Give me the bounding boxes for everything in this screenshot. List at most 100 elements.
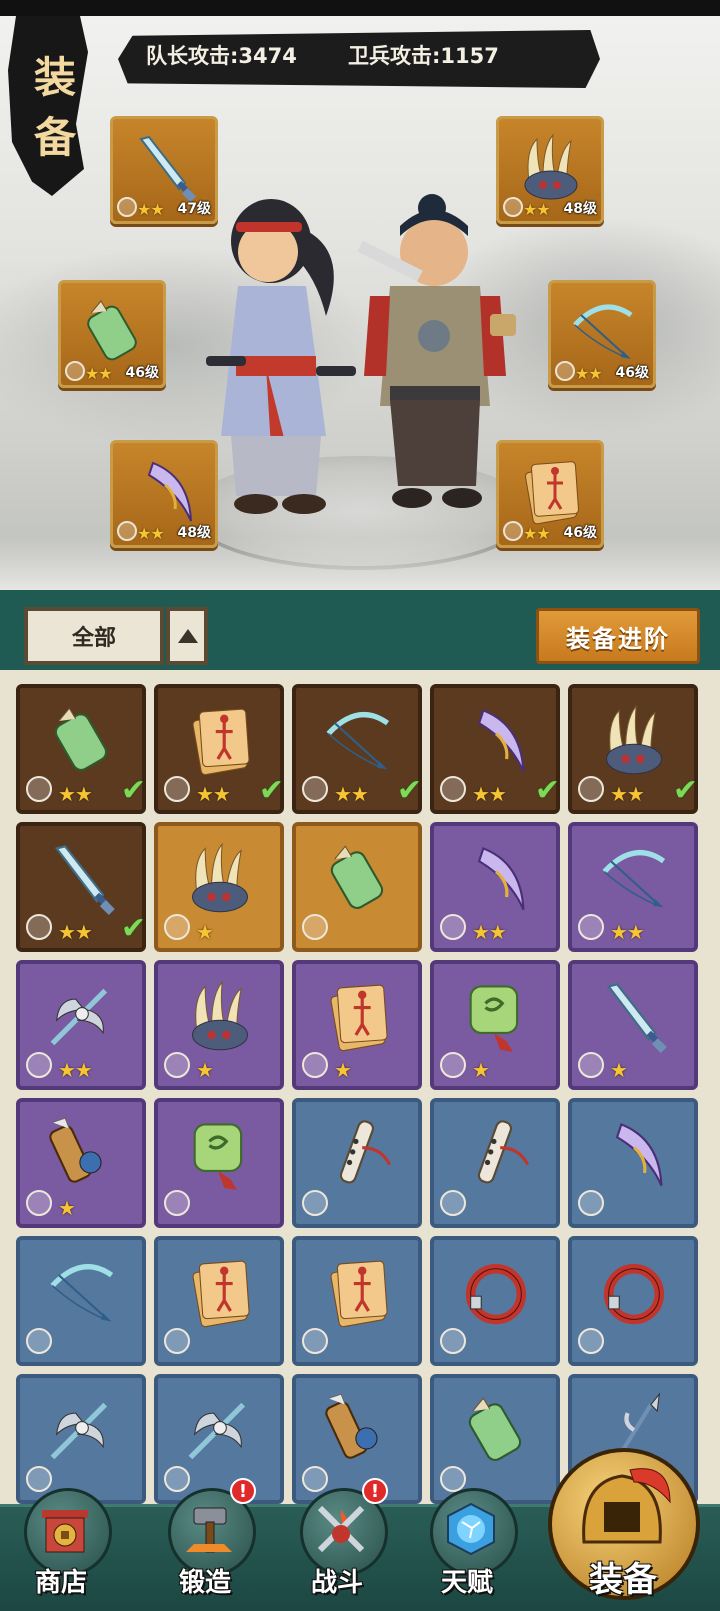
inventory-item[interactable] [292,1236,422,1366]
inventory-item[interactable]: ★★ ✔ [154,684,284,814]
lock-icon [440,1190,466,1216]
lock-icon [117,197,137,217]
triangle-up-icon [178,629,198,643]
sword-icon [139,135,197,203]
star-rating: ★★ [58,1058,93,1082]
star-rating: ★★ [610,920,645,944]
inventory-item[interactable] [568,1236,698,1366]
star-rating: ★★ [334,782,369,806]
item-level: 46级 [563,525,597,541]
page-title-char: 装 [33,53,76,102]
inventory-item[interactable]: ★★ ✔ [292,684,422,814]
star-rating: ★★ [610,782,645,806]
inventory-item[interactable]: ★★ ✔ [568,684,698,814]
equipment-advance-button[interactable]: 装备进阶 [536,608,700,664]
bow-icon [573,304,633,359]
inventory-item[interactable]: ★ [16,1098,146,1228]
star-rating: ★★ [523,524,551,543]
claw-icon [192,842,248,913]
sword-icon [606,983,667,1054]
star-rating: ★★ [137,524,165,543]
axe-icon [50,988,108,1046]
flute-icon [339,1120,392,1184]
lock-icon [440,1052,466,1078]
equip-slot-bow[interactable]: ★★ 46级 [548,280,656,388]
page-title-char: 备 [33,113,76,162]
inventory-item[interactable]: ★★ ✔ [430,684,560,814]
lock-icon [302,1328,328,1354]
shop-icon [42,1510,88,1553]
inventory-item[interactable] [292,822,422,952]
blade-icon [477,709,525,773]
star-rating: ★★ [196,782,231,806]
hero-scene: 装 备 队长攻击:3474 卫兵攻击:1157 ★★ 47级 ★★ 48级 ★★… [0,16,720,590]
inventory-item[interactable] [16,1236,146,1366]
lock-icon [164,1328,190,1354]
nav-equipment[interactable]: 装备 [548,1448,700,1608]
inventory-item[interactable]: ★ [154,960,284,1090]
bow-icon [326,712,390,770]
star-rating: ★★ [137,200,165,219]
inventory-item[interactable]: ★★ [430,822,560,952]
inventory-item[interactable] [430,1098,560,1228]
star-rating: ★★ [575,364,603,383]
equip-slot-blade[interactable]: ★★ 48级 [110,440,218,548]
lock-icon [440,1328,466,1354]
lock-icon [302,914,328,940]
lock-icon [503,197,523,217]
inventory-item[interactable] [568,1098,698,1228]
star-rating: ★ [334,1058,352,1082]
nav-talent[interactable]: 天赋 [412,1478,522,1608]
inventory-item[interactable] [154,1236,284,1366]
nav-shop[interactable]: 商店 [6,1478,116,1608]
inventory-item[interactable]: ★ [154,822,284,952]
equip-slot-weapon[interactable]: ★★ 47级 [110,116,218,224]
item-level: 48级 [177,525,211,541]
star-rating: ★ [196,920,214,944]
inventory-item[interactable]: ★★ [16,960,146,1090]
bracer-icon [468,1397,522,1461]
flute-icon [477,1120,530,1184]
checkmark-icon: ✔ [396,773,422,808]
captain-attack: 队长攻击:3474 [146,44,297,68]
bow-icon [50,1264,114,1322]
crossed-swords-icon [317,1505,365,1553]
equip-slot-claw[interactable]: ★★ 48级 [496,116,604,224]
inventory-item[interactable]: ★ [292,960,422,1090]
claw-icon [606,704,662,775]
inventory-item[interactable]: ★★ [568,822,698,952]
inventory-item[interactable]: ★★ ✔ [16,822,146,952]
nav-forge[interactable]: ! 锻造 [150,1478,260,1608]
inventory-item[interactable]: ★ [430,960,560,1090]
ring-icon [465,1264,527,1325]
nav-battle[interactable]: ! 战斗 [282,1478,392,1608]
lock-icon [302,1052,328,1078]
lock-icon [26,914,52,940]
equip-slot-bracer[interactable]: ★★ 46级 [58,280,166,388]
star-rating: ★★ [58,920,93,944]
category-filter-select[interactable]: 全部 [24,607,164,665]
item-level: 46级 [125,365,159,381]
cannon-icon [49,1117,102,1183]
bracer-icon [87,300,137,361]
ring-icon [603,1264,665,1325]
inventory-item[interactable] [430,1236,560,1366]
checkmark-icon: ✔ [534,773,560,808]
inventory-item[interactable] [292,1098,422,1228]
status-bar [0,0,720,16]
lock-icon [117,521,137,541]
filter-dropdown-toggle[interactable] [166,607,208,665]
equip-slot-scroll[interactable]: ★★ 46级 [496,440,604,548]
bracer-icon [54,707,108,771]
jade-amulet-icon [469,985,519,1052]
item-level: 48级 [563,201,597,217]
lock-icon [26,776,52,802]
scroll-icon [192,708,250,776]
lock-icon [164,914,190,940]
inventory-item[interactable]: ★ [568,960,698,1090]
inventory-item[interactable]: ★★ ✔ [16,684,146,814]
inventory-item[interactable] [154,1098,284,1228]
lock-icon [164,1190,190,1216]
lock-icon [578,1190,604,1216]
helmet-icon [582,1468,671,1544]
